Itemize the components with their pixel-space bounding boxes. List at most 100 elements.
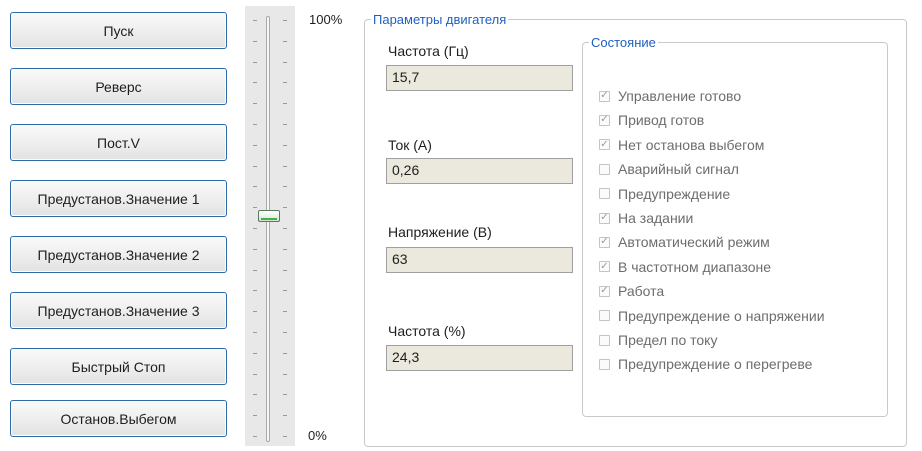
slider-tick xyxy=(253,374,257,375)
slider-tick xyxy=(283,207,287,208)
slider-tick xyxy=(283,270,287,271)
slider-tick xyxy=(283,62,287,63)
status-item: ✓ Привод готов xyxy=(599,110,704,130)
slider-tick xyxy=(253,332,257,333)
slider-tick xyxy=(283,353,287,354)
status-item: ✓ В частотном диапазоне xyxy=(599,257,771,277)
slider-tick xyxy=(283,249,287,250)
slider-tick xyxy=(283,166,287,167)
slider-tick xyxy=(253,353,257,354)
slider-tick xyxy=(283,332,287,333)
start-button[interactable]: Пуск xyxy=(10,12,227,49)
reverse-button[interactable]: Реверс xyxy=(10,68,227,105)
current-label: Ток (A) xyxy=(388,137,432,153)
slider-tick xyxy=(253,166,257,167)
status-item: ✓ Автоматический режим xyxy=(599,232,770,252)
speed-slider[interactable] xyxy=(245,6,295,446)
checked-checkbox-icon: ✓ xyxy=(599,138,610,151)
quick-stop-button[interactable]: Быстрый Стоп xyxy=(10,348,227,385)
frequency-hz-field[interactable]: 15,7 xyxy=(386,65,573,91)
slider-track xyxy=(266,16,270,442)
status-item: Предупреждение xyxy=(599,184,730,204)
status-item-label: В частотном диапазоне xyxy=(618,258,772,275)
status-item-label: Автоматический режим xyxy=(618,234,770,251)
slider-tick xyxy=(253,20,257,21)
status-item-label: Предупреждение xyxy=(618,185,731,202)
const-v-button[interactable]: Пост.V xyxy=(10,124,227,161)
status-item-label: Предупреждение о напряжении xyxy=(618,307,825,324)
status-group: Состояние ✓ Управление готово ✓ Привод гото… xyxy=(582,35,888,417)
slider-tick xyxy=(253,270,257,271)
slider-tick xyxy=(253,62,257,63)
slider-tick xyxy=(283,41,287,42)
slider-tick xyxy=(253,228,257,229)
frequency-hz-label: Частота (Гц) xyxy=(388,43,469,59)
empty-checkbox-icon xyxy=(599,310,610,322)
slider-tick xyxy=(283,436,287,437)
slider-min-label: 0% xyxy=(308,428,327,443)
slider-tick xyxy=(253,207,257,208)
slider-tick xyxy=(283,374,287,375)
slider-tick xyxy=(283,228,287,229)
slider-tick xyxy=(283,311,287,312)
checked-checkbox-icon: ✓ xyxy=(599,260,610,273)
preset-2-button[interactable]: Предустанов.Значение 2 xyxy=(10,236,227,273)
status-item-label: Привод готов xyxy=(618,112,705,129)
slider-tick xyxy=(253,290,257,291)
status-item-label: Управление готово xyxy=(618,88,742,104)
empty-checkbox-icon xyxy=(599,188,610,200)
slider-tick xyxy=(283,145,287,146)
checked-checkbox-icon: ✓ xyxy=(599,90,610,102)
status-item: Аварийный сигнал xyxy=(599,159,739,179)
checked-checkbox-icon: ✓ xyxy=(599,114,610,126)
slider-thumb[interactable] xyxy=(258,210,280,222)
slider-max-label: 100% xyxy=(309,12,343,27)
current-field[interactable]: 0,26 xyxy=(386,158,573,184)
checked-checkbox-icon: ✓ xyxy=(599,285,610,297)
voltage-field[interactable]: 63 xyxy=(386,247,573,273)
slider-tick xyxy=(283,394,287,395)
slider-tick xyxy=(283,103,287,104)
status-item: ✓ Работа xyxy=(599,281,664,301)
slider-tick xyxy=(283,20,287,21)
slider-tick xyxy=(283,82,287,83)
slider-tick xyxy=(283,124,287,125)
status-item-label: Аварийный сигнал xyxy=(618,161,739,178)
preset-3-button[interactable]: Предустанов.Значение 3 xyxy=(10,292,227,329)
empty-checkbox-icon xyxy=(599,163,610,175)
slider-tick xyxy=(253,124,257,125)
empty-checkbox-icon xyxy=(599,358,610,370)
slider-tick xyxy=(253,103,257,104)
status-item: ✓ На задании xyxy=(599,208,693,228)
status-title: Состояние xyxy=(591,35,656,50)
slider-tick xyxy=(253,415,257,416)
slider-tick xyxy=(283,290,287,291)
slider-tick xyxy=(253,41,257,42)
coast-stop-button[interactable]: Останов.Выбегом xyxy=(10,400,227,437)
slider-tick xyxy=(253,82,257,83)
status-item-label: Предупреждение о перегреве xyxy=(618,356,813,373)
status-item-label: Предел по току xyxy=(618,332,718,348)
checked-checkbox-icon: ✓ xyxy=(599,212,610,224)
slider-tick xyxy=(253,311,257,312)
status-item: ✓ Управление готово xyxy=(599,86,741,106)
slider-tick xyxy=(253,394,257,395)
slider-tick xyxy=(253,186,257,187)
frequency-percent-label: Частота (%) xyxy=(388,323,466,339)
status-item-label: Работа xyxy=(618,283,665,300)
slider-tick xyxy=(283,415,287,416)
frequency-percent-field[interactable]: 24,3 xyxy=(386,345,573,371)
empty-checkbox-icon xyxy=(599,334,610,346)
status-item: Предупреждение о напряжении xyxy=(599,306,825,326)
status-item-label: Нет останова выбегом xyxy=(618,136,765,153)
slider-tick xyxy=(253,436,257,437)
motor-params-title: Параметры двигателя xyxy=(373,12,507,27)
status-item: Предел по току xyxy=(599,330,717,350)
status-item: ✓ Нет останова выбегом xyxy=(599,135,764,155)
checked-checkbox-icon: ✓ xyxy=(599,236,610,248)
preset-1-button[interactable]: Предустанов.Значение 1 xyxy=(10,180,227,217)
slider-tick xyxy=(283,186,287,187)
status-item-label: На задании xyxy=(618,210,694,226)
slider-tick xyxy=(253,249,257,250)
voltage-label: Напряжение (В) xyxy=(388,224,492,240)
